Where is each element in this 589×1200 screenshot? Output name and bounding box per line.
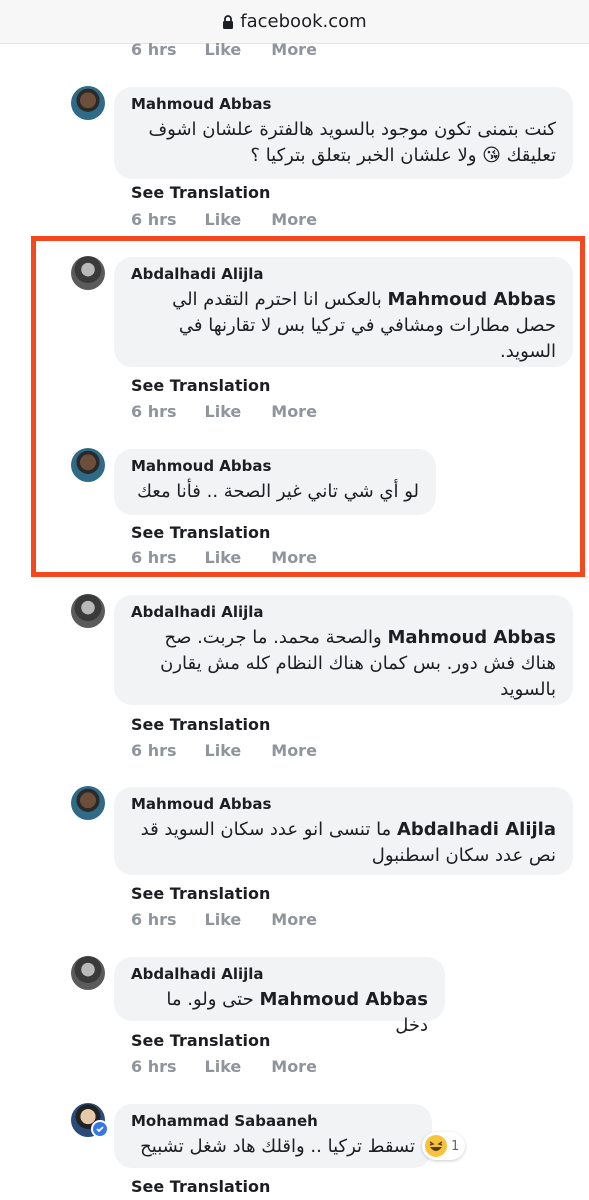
comment-time: 6 hrs [131,909,177,929]
avatar[interactable] [71,86,105,120]
comment-text: تسقط تركيا .. واقلك هاد شغل تشبيح [131,1134,415,1160]
comment-time: 6 hrs [131,1056,177,1076]
like-button[interactable]: Like [205,210,242,229]
comment-bubble: Mahmoud Abbas Abdalhadi Alijla ما تنسى ا… [114,787,573,875]
mention-link[interactable]: Mahmoud Abbas [387,627,556,648]
lock-icon [223,15,234,29]
comment-time: 6 hrs [131,547,177,567]
comment-line-text: ما تنسى انو عدد سكان السويد قد [140,819,392,840]
more-button[interactable]: More [271,548,317,567]
comment-actions: 6 hrs Like More [131,1055,345,1077]
more-button[interactable]: More [271,40,317,59]
avatar[interactable] [71,956,105,990]
see-translation-link[interactable]: See Translation [131,183,270,202]
comment-line: Abdalhadi Alijla ما تنسى انو عدد سكان ال… [131,817,556,843]
avatar[interactable] [71,786,105,820]
see-translation-link[interactable]: See Translation [131,1031,270,1050]
comment-line: نص عدد سكان اسطنبول [371,845,556,866]
comment-actions-top: 6 hrs Like More [131,38,345,60]
comment-bubble: Mohammad Sabaaneh تسقط تركيا .. واقلك ها… [114,1104,432,1168]
like-button[interactable]: Like [205,402,242,421]
haha-reaction-icon [425,1135,447,1157]
comment-bubble: Mahmoud Abbas كنت بتمنى تكون موجود بالسو… [114,87,573,179]
comment-bubble: Abdalhadi Alijla Mahmoud Abbas حتى ولو. … [114,957,445,1036]
comment-author[interactable]: Mahmoud Abbas [131,457,419,475]
comment-actions: 6 hrs Like More [131,546,345,568]
comment-line: تعليقك 😘 ولا علشان الخبر بتعلق بتركيا ؟ [250,145,556,166]
comment-actions: 6 hrs Like More [131,400,345,422]
like-button[interactable]: Like [205,910,242,929]
avatar[interactable] [71,594,105,628]
mention-link[interactable]: Mahmoud Abbas [387,289,556,310]
see-translation-link[interactable]: See Translation [131,1177,270,1196]
more-button[interactable]: More [271,1057,317,1076]
comment-bubble: Abdalhadi Alijla Mahmoud Abbas والصحة مح… [114,595,573,705]
comment-author[interactable]: Mahmoud Abbas [131,795,556,813]
like-button[interactable]: Like [205,741,242,760]
comment-author[interactable]: Mohammad Sabaaneh [131,1112,415,1130]
comment-time: 6 hrs [131,209,177,229]
comment-text: Mahmoud Abbas بالعكس انا احترم التقدم ال… [131,287,556,365]
url-text: facebook.com [240,11,367,32]
comment-line: السويد. [499,341,556,362]
more-button[interactable]: More [271,910,317,929]
comment-line: تسقط تركيا .. واقلك هاد شغل تشبيح [140,1136,415,1157]
comment-time: 6 hrs [131,740,177,760]
like-button[interactable]: Like [205,40,242,59]
comment-actions: 6 hrs Like More [131,739,345,761]
comment-bubble: Abdalhadi Alijla Mahmoud Abbas بالعكس ان… [114,257,573,367]
comment-line: بالسويد [500,679,556,700]
comment-line: هناك فش دور. بس كمان هناك النظام كله مش … [160,653,556,674]
comment-text: Mahmoud Abbas والصحة محمد. ما جربت. صح ه… [131,625,556,703]
comment-line-text: والصحة محمد. ما جربت. صح [164,627,382,648]
avatar[interactable] [71,448,105,482]
see-translation-link[interactable]: See Translation [131,884,270,903]
mention-link[interactable]: Mahmoud Abbas [259,989,428,1010]
comment-line: كنت بتمنى تكون موجود بالسويد هالفترة علش… [148,119,556,140]
comment-line: حصل مطارات ومشافي في تركيا بس لا تقارنها… [178,315,556,336]
see-translation-link[interactable]: See Translation [131,715,270,734]
see-translation-link[interactable]: See Translation [131,523,270,542]
more-button[interactable]: More [271,210,317,229]
verified-badge-icon [91,1120,109,1138]
check-icon [96,1126,104,1133]
reaction-count: 1 [451,1138,460,1154]
like-button[interactable]: Like [205,548,242,567]
comment-text: Abdalhadi Alijla ما تنسى انو عدد سكان ال… [131,817,556,869]
comment-author[interactable]: Abdalhadi Alijla [131,265,556,283]
comment-time: 6 hrs [131,401,177,421]
like-button[interactable]: Like [205,1057,242,1076]
comment-text: لو أي شي تاني غير الصحة .. فأنا معك [131,479,419,505]
comment-line: لو أي شي تاني غير الصحة .. فأنا معك [137,481,419,502]
comment-actions: 6 hrs Like More [131,908,345,930]
avatar[interactable] [71,256,105,290]
comment-author[interactable]: Abdalhadi Alijla [131,965,428,983]
comment-text: كنت بتمنى تكون موجود بالسويد هالفترة علش… [131,117,556,169]
mention-link[interactable]: Abdalhadi Alijla [397,819,556,840]
comment-author[interactable]: Mahmoud Abbas [131,95,556,113]
see-translation-link[interactable]: See Translation [131,376,270,395]
reaction-summary[interactable]: 1 [422,1132,466,1160]
comment-line: Mahmoud Abbas والصحة محمد. ما جربت. صح [131,625,556,651]
comment-time: 6 hrs [131,39,177,59]
comment-actions: 6 hrs Like More [131,208,345,230]
comment-bubble: Mahmoud Abbas لو أي شي تاني غير الصحة ..… [114,449,436,515]
comment-author[interactable]: Abdalhadi Alijla [131,603,556,621]
comment-line: Mahmoud Abbas بالعكس انا احترم التقدم ال… [131,287,556,313]
more-button[interactable]: More [271,741,317,760]
comment-line-text: بالعكس انا احترم التقدم الي [172,289,382,310]
more-button[interactable]: More [271,402,317,421]
